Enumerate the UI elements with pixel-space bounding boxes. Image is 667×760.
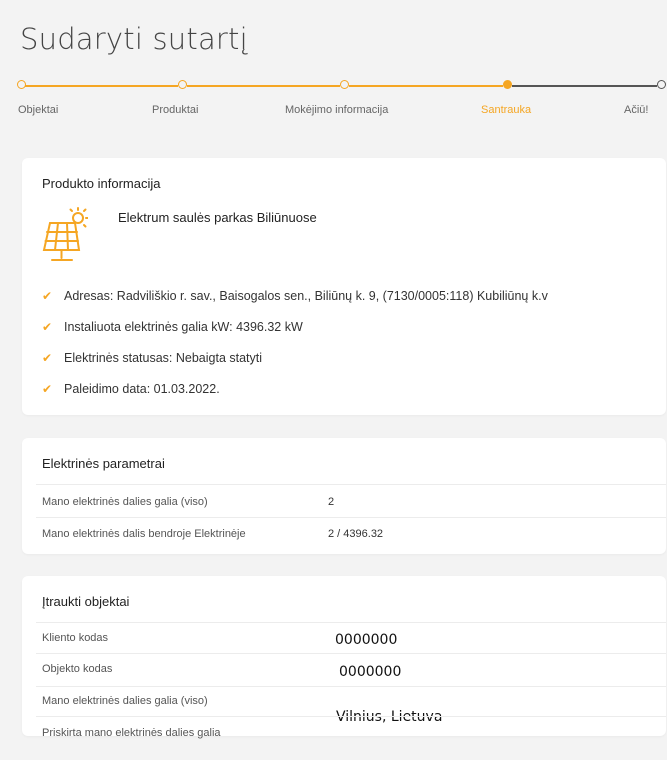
step-label-objektai[interactable]: Objektai — [18, 104, 58, 116]
included-objects-title: Įtraukti objektai — [42, 594, 130, 609]
object-value-client-code: 0000000 — [335, 632, 398, 648]
divider — [36, 517, 666, 518]
divider — [36, 484, 666, 485]
divider — [36, 686, 666, 687]
object-location: Vilnius, Lietuva — [336, 709, 443, 725]
check-icon: ✔ — [42, 382, 53, 396]
param-value: 2 — [328, 496, 335, 508]
divider — [36, 653, 666, 654]
object-label: Mano elektrinės dalies galia (viso) — [42, 695, 208, 707]
divider — [36, 622, 666, 623]
object-label: Kliento kodas — [42, 632, 109, 644]
product-detail-text: Elektrinės statusas: Nebaigta statyti — [64, 351, 263, 365]
param-value: 2 / 4396.32 — [328, 528, 384, 540]
check-icon: ✔ — [42, 320, 53, 334]
step-label-produktai[interactable]: Produktai — [152, 104, 198, 116]
step-dot-mokejimo-informacija[interactable] — [340, 80, 349, 89]
step-dot-produktai[interactable] — [178, 80, 187, 89]
step-label-mokejimo-informacija[interactable]: Mokėjimo informacija — [285, 104, 388, 116]
product-detail-address: ✔ Adresas: Radviliškio r. sav., Baisogalo… — [42, 289, 548, 303]
check-icon: ✔ — [42, 351, 53, 365]
step-dot-santrauka — [503, 80, 512, 89]
stepper-line — [25, 85, 178, 87]
object-value-object-code: 0000000 — [339, 664, 402, 680]
solar-panel-icon — [42, 207, 88, 261]
product-detail-text: Paleidimo data: 01.03.2022. — [64, 382, 220, 396]
product-info-title: Produkto informacija — [42, 176, 161, 191]
product-detail-text: Instaliuota elektrinės galia kW: 4396.32… — [64, 320, 303, 334]
included-objects-card: Įtraukti objektai Kliento kodas 0000000 … — [22, 576, 666, 739]
object-label: Priskirta mano elektrinės dalies galia — [42, 727, 221, 739]
param-label: Mano elektrinės dalis bendroje Elektrinė… — [42, 528, 246, 540]
step-dot-objektai[interactable] — [17, 80, 26, 89]
plant-params-title: Elektrinės parametrai — [42, 456, 165, 471]
step-label-aciu: Ačiū! — [624, 104, 649, 116]
step-label-santrauka: Santrauka — [481, 104, 532, 116]
product-detail-launch-date: ✔ Paleidimo data: 01.03.2022. — [42, 382, 220, 396]
product-detail-status: ✔ Elektrinės statusas: Nebaigta statyti — [42, 351, 262, 365]
product-detail-capacity: ✔ Instaliuota elektrinės galia kW: 4396.3… — [42, 320, 303, 334]
stepper-line — [349, 85, 503, 87]
param-label: Mano elektrinės dalies galia (viso) — [42, 496, 208, 508]
plant-params-card: Elektrinės parametrai Mano elektrinės da… — [22, 438, 666, 554]
product-name: Elektrum saulės parkas Biliūnuose — [118, 210, 317, 225]
check-icon: ✔ — [42, 289, 53, 303]
object-label: Objekto kodas — [42, 663, 113, 675]
progress-stepper: Objektai Produktai Mokėjimo informacija … — [0, 80, 667, 120]
page-title: Sudaryti sutartį — [20, 22, 248, 56]
divider — [36, 716, 666, 717]
stepper-line — [187, 85, 340, 87]
stepper-line — [512, 85, 657, 87]
product-info-card: Produkto informacija Elektrum saulės par… — [22, 158, 666, 415]
product-detail-text: Adresas: Radviliškio r. sav., Baisogalos… — [64, 289, 548, 303]
step-dot-aciu — [657, 80, 666, 89]
